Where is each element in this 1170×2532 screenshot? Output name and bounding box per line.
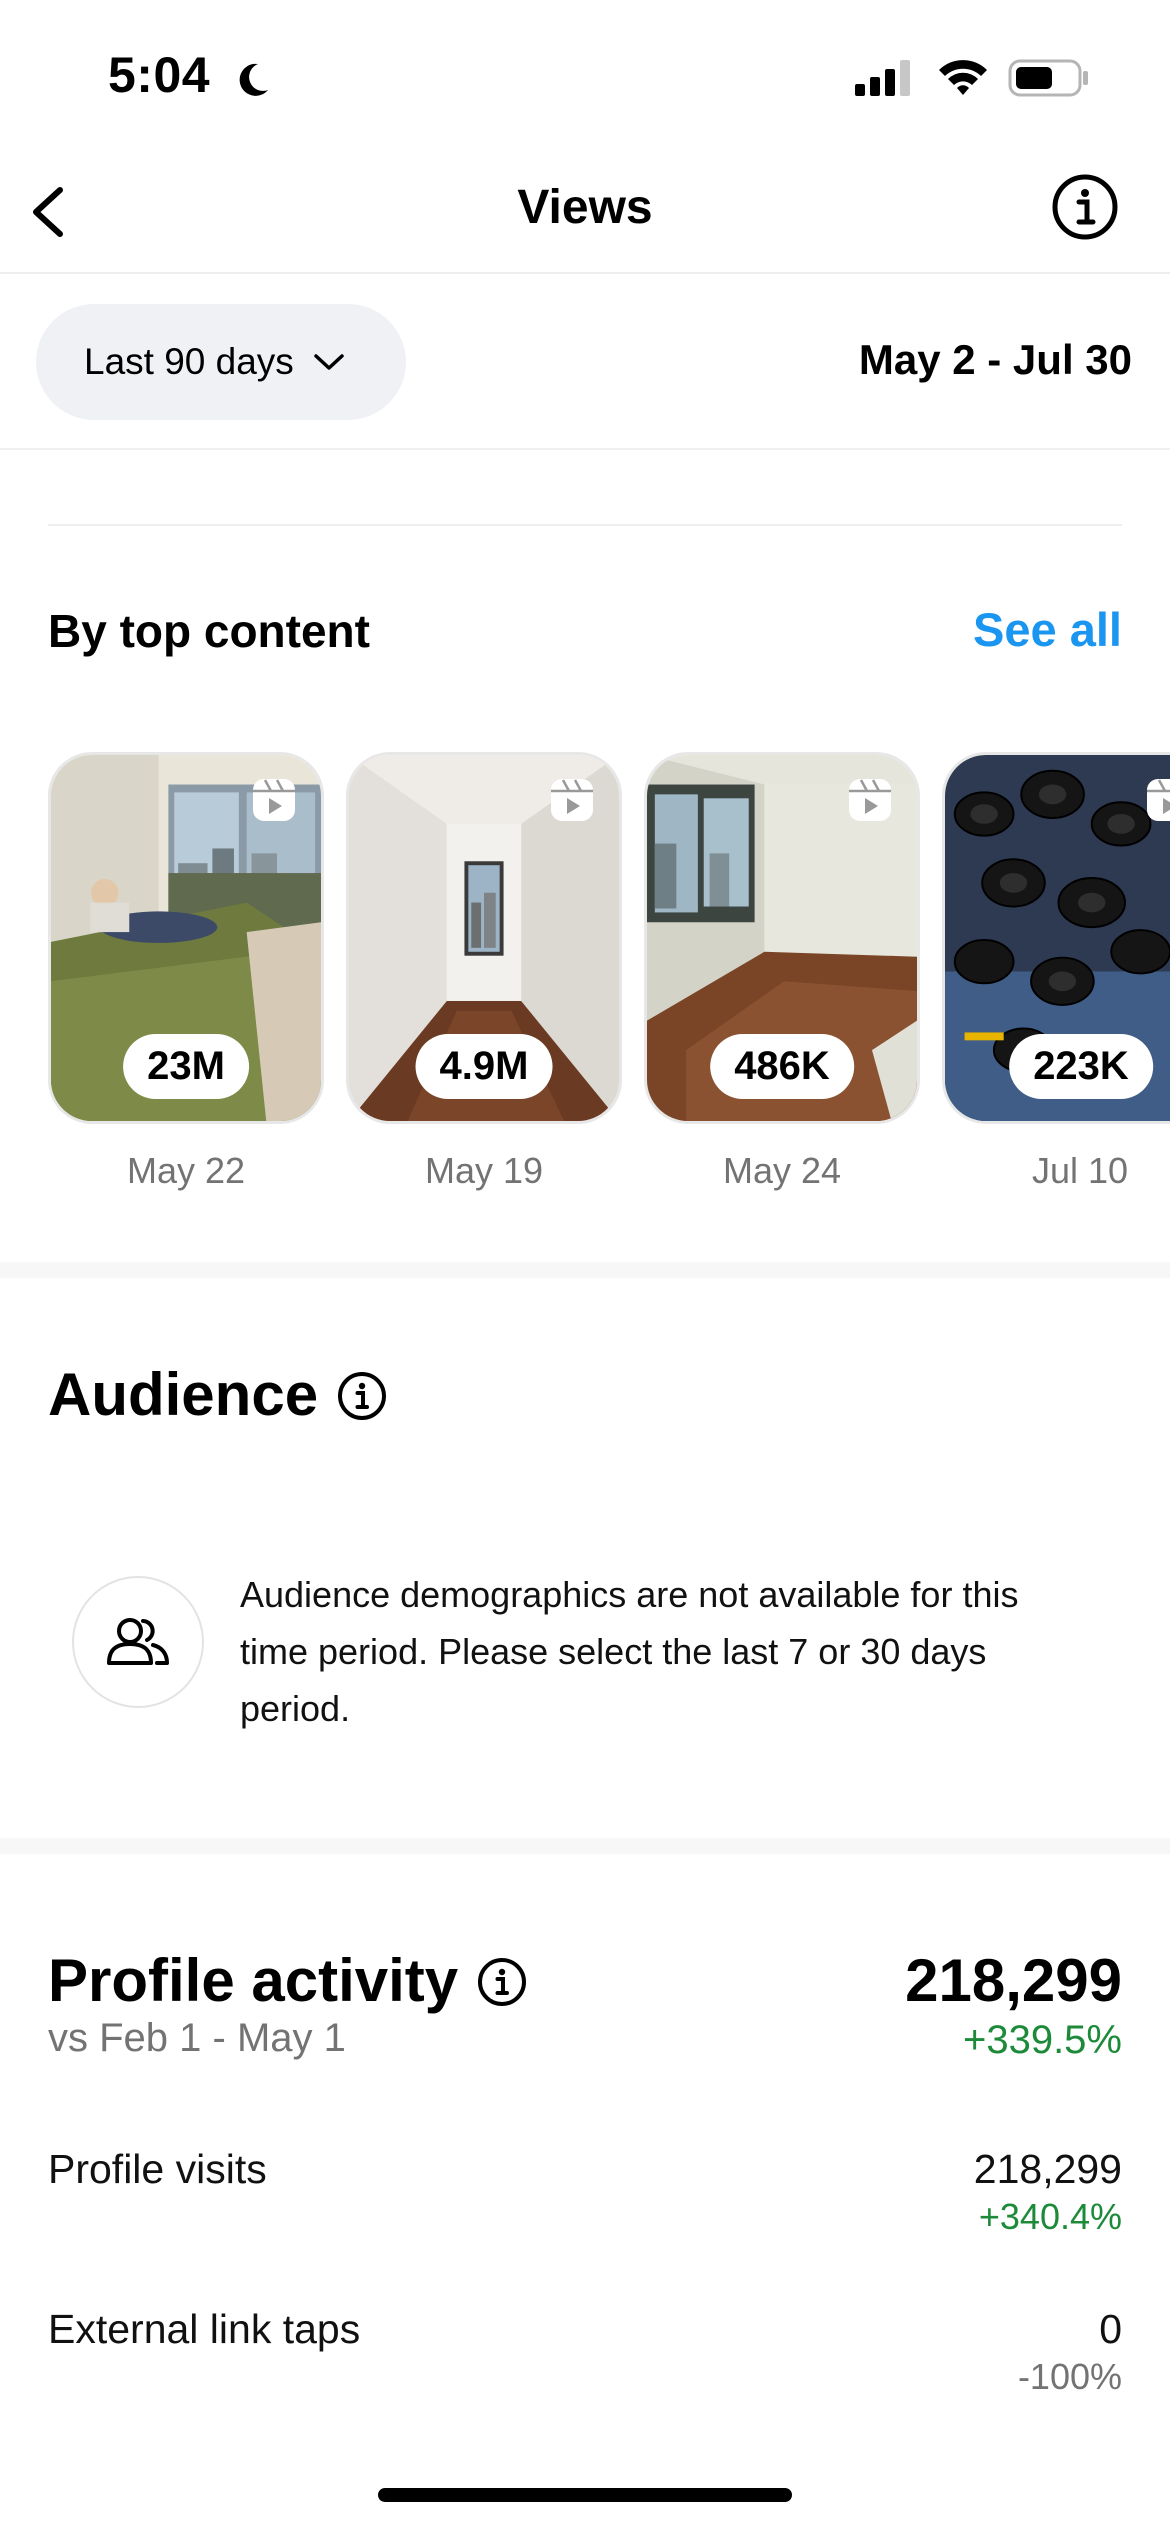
metric-change: +340.4% xyxy=(978,2196,1122,2237)
metric-label: Profile visits xyxy=(48,2146,267,2192)
date-range-dropdown-label: Last 90 days xyxy=(84,341,294,382)
people-icon xyxy=(107,1618,169,1665)
content-thumbnail[interactable]: 23M xyxy=(48,752,324,1124)
content-date: May 19 xyxy=(424,1150,544,1191)
section-separator xyxy=(0,1838,1170,1854)
status-bar: 5:04 xyxy=(0,0,1170,150)
views-count-badge: 223K xyxy=(1009,1034,1153,1099)
profile-activity-title: Profile activity xyxy=(48,1947,459,2014)
reels-icon xyxy=(849,779,891,821)
page-title: Views xyxy=(517,181,653,234)
metric-label: External link taps xyxy=(48,2306,361,2352)
audience-avatar xyxy=(72,1576,204,1708)
date-filter-row: Last 90 days May 2 - Jul 30 xyxy=(0,276,1170,450)
content-thumbnail[interactable]: 486K xyxy=(644,752,920,1124)
total-change-percent: +339.5% xyxy=(962,2018,1122,2062)
reels-icon xyxy=(1147,779,1170,821)
comparison-period: vs Feb 1 - May 1 xyxy=(48,2016,346,2060)
date-range-text: May 2 - Jul 30 xyxy=(858,336,1132,383)
views-count-badge: 23M xyxy=(123,1034,249,1099)
content-date: May 22 xyxy=(126,1150,246,1191)
reels-icon xyxy=(551,779,593,821)
nav-header: Views xyxy=(0,150,1170,274)
home-indicator[interactable] xyxy=(378,2488,792,2502)
content-thumbnail[interactable]: 223K xyxy=(942,752,1170,1124)
audience-title: Audience xyxy=(48,1361,319,1428)
info-icon[interactable] xyxy=(476,1956,528,2008)
content-date: Jul 10 xyxy=(1031,1150,1129,1191)
info-icon[interactable] xyxy=(1050,172,1120,242)
divider xyxy=(48,524,1122,526)
views-count-badge: 4.9M xyxy=(415,1034,553,1099)
see-all-link[interactable]: See all xyxy=(973,602,1122,657)
views-insights-screen: 5:04 Views Last 90 days May 2 - Jul 30 B… xyxy=(0,0,1170,2532)
content-date: May 24 xyxy=(722,1150,842,1191)
reels-icon xyxy=(253,779,295,821)
status-time: 5:04 xyxy=(108,47,211,103)
chevron-down-icon xyxy=(314,354,344,370)
metric-change: -100% xyxy=(1017,2356,1122,2397)
content-thumbnail[interactable]: 4.9M xyxy=(346,752,622,1124)
moon-icon xyxy=(239,63,268,96)
profile-activity-total: 218,299 xyxy=(905,1947,1122,2014)
info-icon[interactable] xyxy=(336,1370,388,1422)
top-content-carousel[interactable]: 23M May 22 4.9M May 19 486K May 24 223K … xyxy=(48,752,1170,1202)
cellular-signal-icon xyxy=(855,60,910,96)
section-separator xyxy=(0,1262,1170,1278)
top-content-title: By top content xyxy=(48,605,370,657)
metric-value: 0 xyxy=(1099,2306,1122,2352)
audience-unavailable-message: Audience demographics are not available … xyxy=(240,1574,1019,1729)
wifi-icon xyxy=(939,60,987,95)
views-count-badge: 486K xyxy=(710,1034,854,1099)
battery-icon xyxy=(1008,59,1088,97)
metric-value: 218,299 xyxy=(973,2146,1122,2192)
date-range-dropdown[interactable]: Last 90 days xyxy=(36,304,406,420)
